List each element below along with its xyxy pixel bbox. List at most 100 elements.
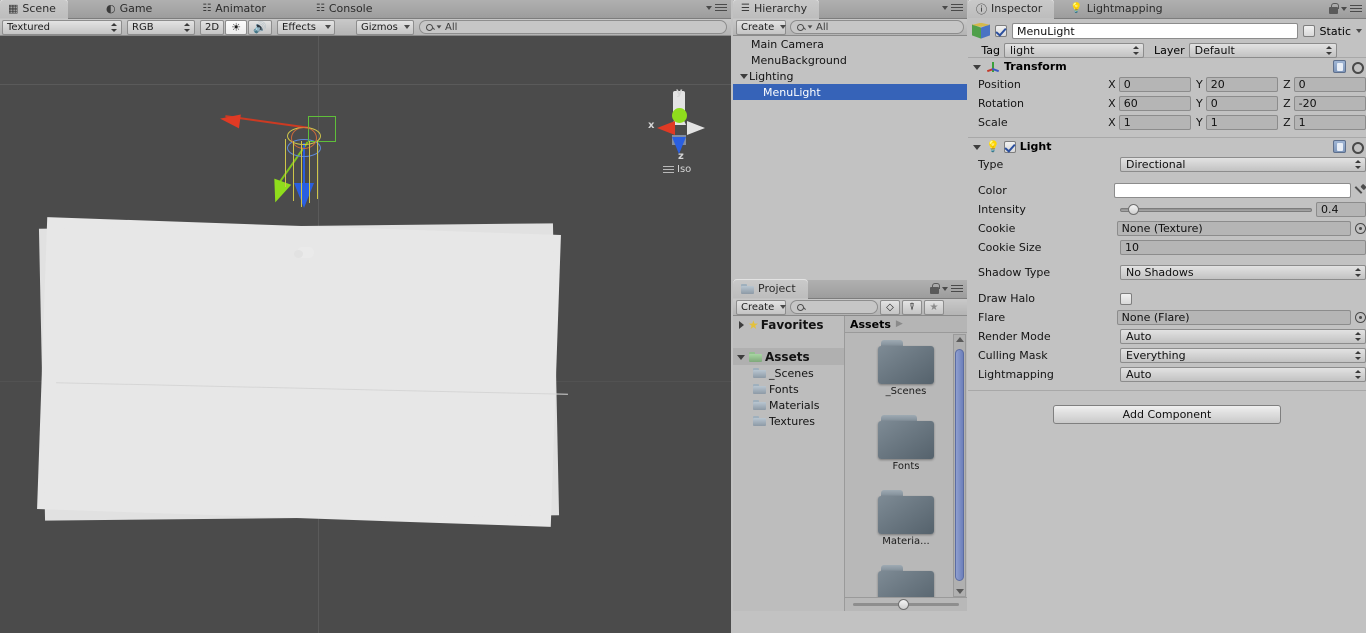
project-tree[interactable]: ★ Favorites Assets _Scenes Fonts [733,316,845,611]
rotation-x-input[interactable]: 60 [1119,96,1191,111]
slider-knob[interactable] [1128,204,1139,215]
hierarchy-item-menubackground[interactable]: MenuBackground [733,52,967,68]
light-flare-objectfield[interactable]: None (Flare) [1117,310,1352,325]
slider-knob[interactable] [898,599,909,610]
light-draw-halo-checkbox[interactable] [1120,293,1132,305]
scale-x-input[interactable]: 1 [1119,115,1191,130]
asset-zoom-slider[interactable] [845,597,967,611]
light-gizmo-icon[interactable] [294,244,316,260]
project-asset-grid[interactable]: Assets ▶ _Scenes Fonts Materia... [845,316,967,611]
scene-audio-toggle[interactable]: 🔊 [248,20,272,35]
light-culling-mask-dropdown[interactable]: Everything [1120,348,1366,363]
add-component-button[interactable]: Add Component [1053,405,1281,424]
project-tree-item-materials[interactable]: Materials [733,397,844,413]
light-cookie-objectfield[interactable]: None (Texture) [1117,221,1352,236]
tab-scene[interactable]: ▦ Scene [0,0,68,18]
scene-viewport[interactable]: x y z Iso [0,36,731,633]
tag-dropdown[interactable]: light [1004,43,1144,58]
light-shadow-type-dropdown[interactable]: No Shadows [1120,265,1366,280]
tab-console[interactable]: ☷ Console [308,0,385,18]
light-intensity-slider[interactable] [1120,203,1312,216]
draw-mode-dropdown[interactable]: Textured [2,20,122,35]
project-favorites-row[interactable]: ★ Favorites [733,316,844,334]
scale-z-input[interactable]: 1 [1294,115,1366,130]
tab-inspector[interactable]: ⓘ Inspector [968,0,1054,18]
tab-hierarchy[interactable]: ☰ Hierarchy [733,0,819,18]
selected-light-gizmo[interactable] [215,101,345,216]
position-x-input[interactable]: 0 [1119,77,1191,92]
layer-dropdown[interactable]: Default [1189,43,1337,58]
hierarchy-panel-menu[interactable] [942,3,963,12]
sun-icon: ☀ [231,21,241,34]
light-render-mode-dropdown[interactable]: Auto [1120,329,1366,344]
eyedropper-icon[interactable] [1354,184,1366,197]
hierarchy-search-input[interactable]: All [790,20,964,34]
rotation-z-input[interactable]: -20 [1294,96,1366,111]
project-tree-item-fonts[interactable]: Fonts [733,381,844,397]
gameobject-name-input[interactable]: MenuLight [1012,23,1298,39]
position-y-input[interactable]: 20 [1206,77,1278,92]
light-color-swatch[interactable] [1114,183,1350,198]
render-mode-dropdown[interactable]: RGB [127,20,195,35]
project-panel-menu[interactable] [930,283,963,294]
scroll-up-arrow-icon[interactable] [956,337,964,342]
asset-item-materials[interactable]: Materia... [845,490,967,547]
foldout-arrow-icon[interactable] [736,352,746,362]
transform-component-header[interactable]: Transform [968,58,1366,75]
static-checkbox[interactable] [1303,25,1315,37]
light-type-dropdown[interactable]: Directional [1120,157,1366,172]
foldout-arrow-icon[interactable] [972,62,982,72]
project-vertical-scrollbar[interactable] [953,334,966,597]
project-tree-item-assets[interactable]: Assets [733,348,844,365]
foldout-arrow-icon[interactable] [739,71,749,81]
tab-lightmapping[interactable]: 💡 Lightmapping [1062,0,1174,18]
filter-by-type-button[interactable]: ◇ [880,300,900,315]
help-icon[interactable] [1333,140,1346,153]
hierarchy-item-lighting[interactable]: Lighting [733,68,967,84]
object-picker-icon[interactable] [1355,312,1366,323]
hierarchy-item-menulight[interactable]: MenuLight [733,84,967,100]
scale-y-input[interactable]: 1 [1206,115,1278,130]
lock-icon[interactable] [930,283,939,294]
position-z-input[interactable]: 0 [1294,77,1366,92]
scene-view-gizmo[interactable]: x y z Iso [645,91,725,181]
effects-dropdown[interactable]: Effects [277,20,335,35]
light-cookie-size-input[interactable]: 10 [1120,240,1366,255]
scrollbar-thumb[interactable] [955,349,964,581]
object-picker-icon[interactable] [1355,223,1366,234]
project-tree-item-_scenes[interactable]: _Scenes [733,365,844,381]
gizmos-dropdown[interactable]: Gizmos [356,20,414,35]
asset-item-_scenes[interactable]: _Scenes [845,340,967,397]
lock-icon[interactable] [1329,3,1338,14]
gameobject-enabled-checkbox[interactable] [995,25,1007,37]
light-enabled-checkbox[interactable] [1004,141,1016,153]
light-lightmapping-dropdown[interactable]: Auto [1120,367,1366,382]
project-search-input[interactable] [790,300,878,314]
rotation-y-input[interactable]: 0 [1206,96,1278,111]
static-dropdown-icon[interactable] [1356,29,1362,33]
light-component-header[interactable]: 💡 Light [968,138,1366,155]
light-intensity-input[interactable]: 0.4 [1316,202,1366,217]
gear-icon[interactable] [1350,140,1362,152]
scroll-down-arrow-icon[interactable] [956,589,964,594]
tab-project[interactable]: Project [733,279,808,298]
hierarchy-create-button[interactable]: Create [736,20,786,35]
hierarchy-item-main-camera[interactable]: Main Camera [733,36,967,52]
filter-by-label-button[interactable]: ⍒ [902,300,922,315]
tab-game[interactable]: ◐ Game [98,0,164,18]
toggle-2d-button[interactable]: 2D [200,20,224,35]
hierarchy-list[interactable]: Main Camera MenuBackground Lighting Menu… [733,36,967,280]
filter-favorites-button[interactable]: ★ [924,300,944,315]
foldout-arrow-icon[interactable] [736,320,746,330]
tab-animator[interactable]: ☷ Animator [194,0,278,18]
gear-icon[interactable] [1350,60,1362,72]
foldout-arrow-icon[interactable] [972,142,982,152]
scene-search-input[interactable]: All [419,20,727,34]
help-icon[interactable] [1333,60,1346,73]
scene-panel-menu[interactable] [706,3,727,12]
scene-lighting-toggle[interactable]: ☀ [225,20,247,35]
project-create-button[interactable]: Create [736,300,786,315]
asset-item-fonts[interactable]: Fonts [845,415,967,472]
inspector-panel-menu[interactable] [1329,3,1362,14]
project-tree-item-textures[interactable]: Textures [733,413,844,429]
